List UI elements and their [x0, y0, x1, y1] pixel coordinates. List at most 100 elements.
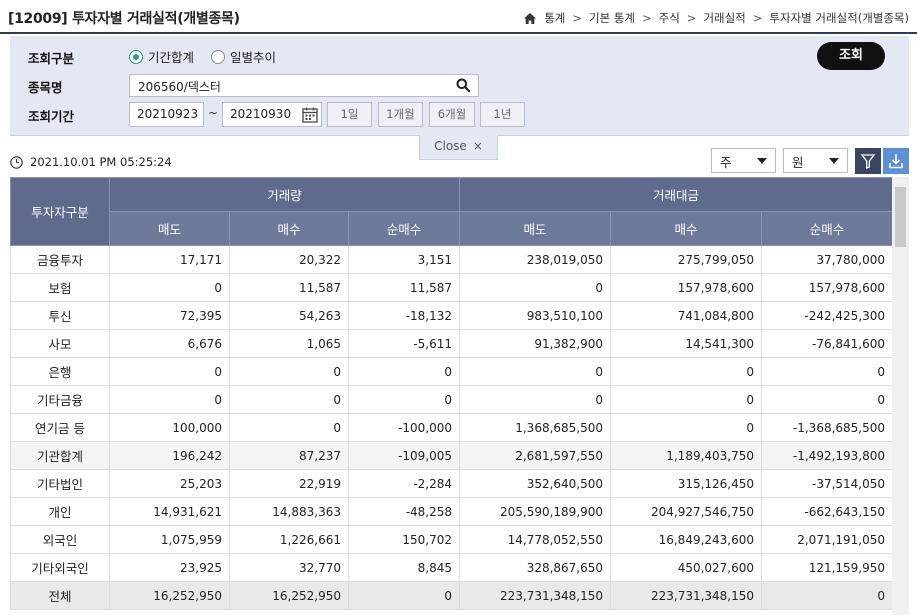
header-volume-buy[interactable]: 매수	[229, 211, 349, 246]
value-cell: 983,510,100	[459, 301, 612, 330]
breadcrumb-item-trading[interactable]: 거래실적	[703, 10, 745, 26]
value-cell: 8,845	[347, 553, 461, 582]
period-1year-button[interactable]: 1년	[480, 102, 525, 127]
period-6month-button[interactable]: 6개월	[429, 102, 475, 127]
value-cell: 1,368,685,500	[459, 413, 612, 442]
table-row[interactable]: 금융투자 17,171 20,322 3,151 238,019,050 275,799,…	[10, 245, 892, 274]
value-cell: 20,322	[229, 245, 349, 274]
value-cell: 1,226,661	[229, 525, 349, 554]
scrollbar-thumb[interactable]	[895, 187, 906, 247]
timestamp-text: 2021.10.01 PM 05:25:24	[30, 155, 172, 169]
table-row[interactable]: 기관합계 196,242 87,237 -109,005 2,681,597,550 1,…	[10, 441, 892, 470]
header-amount-buy[interactable]: 매수	[610, 211, 763, 246]
amount-unit-select[interactable]: 원	[783, 148, 848, 173]
radio-selected-icon[interactable]	[129, 49, 143, 64]
table-row[interactable]: 기타법인 25,203 22,919 -2,284 352,640,500 315,126…	[10, 469, 892, 498]
table-row[interactable]: 기타외국인 23,925 32,770 8,845 328,867,650 450,027…	[10, 553, 892, 582]
value-cell: 22,919	[229, 469, 349, 498]
volume-unit-select[interactable]: 주	[711, 148, 776, 173]
query-button[interactable]: 조회	[817, 42, 885, 70]
header-amount-net[interactable]: 순매수	[761, 211, 892, 246]
value-cell: 275,799,050	[610, 245, 763, 274]
value-cell: -662,643,150	[761, 497, 892, 526]
close-icon: ×	[472, 139, 483, 153]
value-cell: 0	[761, 581, 892, 610]
value-cell: 16,849,243,600	[610, 525, 763, 554]
volume-unit-value: 주	[720, 155, 732, 170]
header-volume-group: 거래량	[108, 177, 461, 212]
investor-trading-table: 투자자구분 거래량 거래대금 매도 매수 순매수 매도 매수 순매수 금융투자 1…	[10, 177, 892, 610]
value-cell: 328,867,650	[459, 553, 612, 582]
value-cell: 1,075,959	[109, 525, 230, 554]
grid-body: 금융투자 17,171 20,322 3,151 238,019,050 275,799,…	[10, 245, 892, 610]
value-cell: 0	[761, 357, 892, 386]
close-panel-tab[interactable]: Close ×	[419, 135, 498, 160]
value-cell: -37,514,050	[761, 469, 892, 498]
value-cell: -109,005	[347, 441, 461, 470]
table-row[interactable]: 연기금 등 100,000 0 -100,000 1,368,685,500 0 -1,36…	[10, 413, 892, 442]
value-cell: 91,382,900	[459, 329, 612, 358]
value-cell: 25,203	[109, 469, 230, 498]
value-cell: 6,676	[109, 329, 230, 358]
investor-trading-grid: 투자자구분 거래량 거래대금 매도 매수 순매수 매도 매수 순매수 금융투자 1…	[10, 177, 892, 615]
value-cell: 121,159,950	[761, 553, 892, 582]
calendar-icon[interactable]	[301, 106, 319, 124]
radio-daily-trend[interactable]: 일별추이	[211, 47, 276, 66]
table-row[interactable]: 보험 0 11,587 11,587 0 157,978,600 157,978,600	[10, 273, 892, 302]
home-icon[interactable]	[524, 12, 537, 24]
value-cell: 2,681,597,550	[459, 441, 612, 470]
value-cell: 32,770	[229, 553, 349, 582]
value-cell: 205,590,189,900	[459, 497, 612, 526]
value-cell: -100,000	[347, 413, 461, 442]
value-cell: 11,587	[229, 273, 349, 302]
value-cell: -18,132	[347, 301, 461, 330]
table-row[interactable]: 전체 16,252,950 16,252,950 0 223,731,348,150 22…	[10, 581, 892, 610]
header-volume-sell[interactable]: 매도	[109, 211, 230, 246]
value-cell: 0	[610, 357, 763, 386]
value-cell: 23,925	[109, 553, 230, 582]
header-volume-net[interactable]: 순매수	[347, 211, 461, 246]
breadcrumb-item-stock[interactable]: 주식	[659, 10, 680, 26]
investor-type-cell: 연기금 등	[10, 413, 110, 442]
value-cell: 0	[229, 385, 349, 414]
value-cell: -242,425,300	[761, 301, 892, 330]
radio-period-sum[interactable]: 기간합계	[129, 47, 194, 66]
stock-name-input[interactable]: 206560/덱스터	[129, 74, 479, 97]
value-cell: 16,252,950	[229, 581, 349, 610]
amount-unit-value: 원	[792, 155, 804, 170]
filter-icon	[860, 154, 876, 169]
value-cell: 14,778,052,550	[459, 525, 612, 554]
investor-type-cell: 개인	[10, 497, 110, 526]
search-icon[interactable]	[456, 78, 471, 93]
download-button[interactable]	[883, 148, 909, 174]
table-row[interactable]: 외국인 1,075,959 1,226,661 150,702 14,778,052,5…	[10, 525, 892, 554]
chevron-down-icon	[829, 158, 839, 164]
radio-unselected-icon[interactable]	[211, 49, 225, 64]
period-1month-button[interactable]: 1개월	[378, 102, 423, 127]
table-row[interactable]: 개인 14,931,621 14,883,363 -48,258 205,590,189…	[10, 497, 892, 526]
value-cell: -5,611	[347, 329, 461, 358]
value-cell: 37,780,000	[761, 245, 892, 274]
value-cell: 315,126,450	[610, 469, 763, 498]
header-amount-sell[interactable]: 매도	[459, 211, 612, 246]
breadcrumb-item-basic-stats[interactable]: 기본 통계	[589, 10, 635, 26]
stock-name-label: 종목명	[28, 80, 63, 95]
period-1day-button[interactable]: 1일	[327, 102, 372, 127]
investor-type-cell: 보험	[10, 273, 110, 302]
vertical-scrollbar[interactable]	[892, 177, 909, 615]
filter-button[interactable]	[855, 148, 881, 174]
table-row[interactable]: 은행 0 0 0 0 0 0	[10, 357, 892, 386]
table-row[interactable]: 기타금융 0 0 0 0 0 0	[10, 385, 892, 414]
breadcrumb-item-stats[interactable]: 통계	[544, 10, 565, 26]
value-cell: 0	[347, 385, 461, 414]
table-row[interactable]: 사모 6,676 1,065 -5,611 91,382,900 14,541,300 -7…	[10, 329, 892, 358]
value-cell: 223,731,348,150	[459, 581, 612, 610]
table-row[interactable]: 투신 72,395 54,263 -18,132 983,510,100 741,084,…	[10, 301, 892, 330]
value-cell: 11,587	[347, 273, 461, 302]
value-cell: 157,978,600	[761, 273, 892, 302]
value-cell: -2,284	[347, 469, 461, 498]
date-from-input[interactable]: 20210923	[129, 102, 204, 127]
investor-type-cell: 투신	[10, 301, 110, 330]
value-cell: 17,171	[109, 245, 230, 274]
investor-type-cell: 사모	[10, 329, 110, 358]
